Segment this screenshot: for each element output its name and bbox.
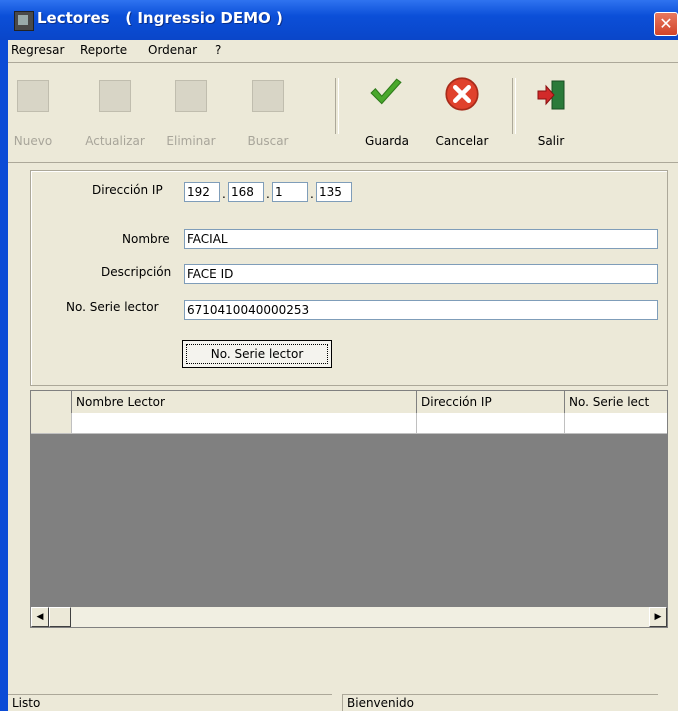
cell-nombre[interactable] [72,413,417,433]
guarda-label: Guarda [365,134,409,148]
menu-bar: Regresar Reporte Ordenar ? [8,40,678,62]
salir-button[interactable]: Salir [516,74,586,154]
column-header-nombre[interactable]: Nombre Lector [72,391,417,413]
buscar-label: Buscar [247,134,289,148]
scroll-right-button[interactable]: ▶ [649,607,667,627]
app-icon [14,11,34,31]
cancelar-button[interactable]: Cancelar [427,74,497,154]
ip-dot: . [266,187,270,201]
ip-octet-3[interactable]: 1 [272,182,308,202]
serie-label: No. Serie lector [66,300,159,314]
menu-reporte[interactable]: Reporte [80,43,127,57]
salir-label: Salir [537,134,565,148]
exit-door-icon [537,80,565,110]
grid-header: Nombre Lector Dirección IP No. Serie lec… [31,391,667,414]
cancelar-label: Cancelar [435,134,489,148]
nombre-label: Nombre [122,232,170,246]
menu-ordenar[interactable]: Ordenar [148,43,197,57]
nombre-field[interactable]: FACIAL [184,229,658,249]
status-right: Bienvenido [342,694,658,711]
toolbar-divider [335,78,339,134]
search-icon [252,80,284,112]
descripcion-field[interactable]: FACE ID [184,264,658,284]
status-bar: Listo Bienvenido [8,694,678,711]
eliminar-label: Eliminar [166,134,216,148]
row-indicator [31,413,72,433]
actualizar-label: Actualizar [85,134,145,148]
cancel-icon [445,77,479,111]
column-header-serie[interactable]: No. Serie lect [565,391,667,413]
title-bar[interactable]: Lectores ( Ingressio DEMO ) ✕ [0,0,678,40]
actualizar-button[interactable]: Actualizar [80,74,150,154]
close-button[interactable]: ✕ [654,12,678,36]
ip-octet-4[interactable]: 135 [316,182,352,202]
serie-lector-button-label: No. Serie lector [186,344,328,364]
row-indicator-header [31,391,72,413]
descripcion-label: Descripción [101,265,172,279]
application-window: Lectores ( Ingressio DEMO ) ✕ Regresar R… [0,0,678,711]
serie-field[interactable]: 6710410040000253 [184,300,658,320]
menu-help[interactable]: ? [215,43,221,57]
guarda-button[interactable]: Guarda [352,74,422,154]
ip-dot: . [310,187,314,201]
ip-label: Dirección IP [92,183,163,197]
nuevo-label: Nuevo [13,134,53,148]
column-header-ip[interactable]: Dirección IP [417,391,565,413]
scroll-thumb[interactable] [49,607,71,627]
new-icon [17,80,49,112]
ip-octet-2[interactable]: 168 [228,182,264,202]
menu-regresar[interactable]: Regresar [11,43,64,57]
menu-divider [8,62,678,63]
eliminar-button[interactable]: Eliminar [156,74,226,154]
cell-serie[interactable] [565,413,667,433]
buscar-button[interactable]: Buscar [233,74,303,154]
scroll-left-button[interactable]: ◀ [31,607,49,627]
cell-ip[interactable] [417,413,565,433]
ip-dot: . [222,187,226,201]
serie-lector-button[interactable]: No. Serie lector [182,340,332,368]
table-row[interactable] [31,413,667,434]
ip-octet-1[interactable]: 192 [184,182,220,202]
toolbar-divider-bottom [8,162,678,163]
readers-grid[interactable]: Nombre Lector Dirección IP No. Serie lec… [30,390,668,628]
horizontal-scrollbar[interactable]: ◀ ▶ [31,607,667,627]
toolbar: Nuevo Actualizar Eliminar Buscar Guarda [8,64,678,164]
update-icon [99,80,131,112]
client-area: Regresar Reporte Ordenar ? Nuevo Actuali… [8,40,678,711]
delete-icon [175,80,207,112]
window-title: Lectores ( Ingressio DEMO ) [37,9,283,27]
status-left: Listo [8,694,332,711]
checkmark-icon [370,78,402,105]
nuevo-button[interactable]: Nuevo [0,74,68,154]
